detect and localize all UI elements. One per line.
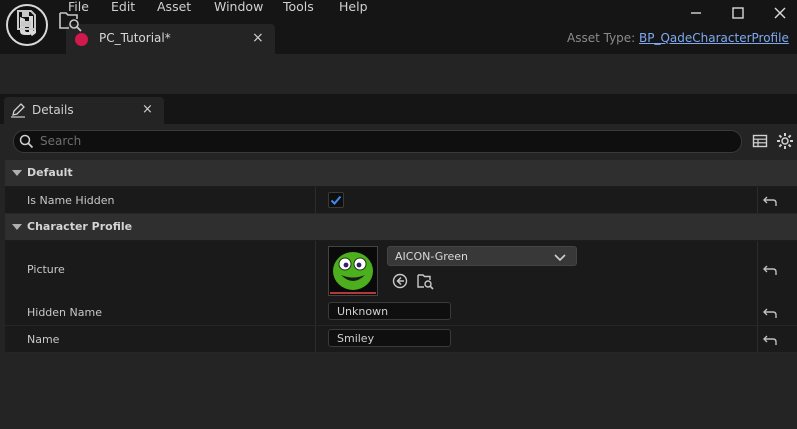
is-name-hidden-checkbox[interactable]: [328, 192, 344, 208]
smiley-picture-icon: [330, 252, 376, 294]
category-label: Default: [27, 166, 73, 179]
property-row-is-name-hidden: Is Name Hidden: [5, 187, 797, 214]
search-icon: [19, 134, 34, 152]
search-box[interactable]: [13, 130, 742, 153]
property-row-picture: Picture AICON-Green: [5, 241, 797, 300]
reset-arrow-icon: [763, 196, 777, 206]
folder-search-icon: [417, 274, 434, 290]
reset-arrow-icon: [763, 265, 777, 275]
chevron-down-icon: [12, 224, 22, 230]
category-character-profile[interactable]: Character Profile: [5, 214, 797, 241]
maximize-button[interactable]: [728, 4, 748, 22]
use-selected-asset-button[interactable]: [392, 273, 408, 289]
reset-to-default-button[interactable]: [763, 307, 777, 319]
column-divider: [315, 326, 316, 352]
property-label: Is Name Hidden: [27, 194, 115, 207]
details-pencil-icon: [10, 102, 26, 121]
chevron-down-icon: [12, 170, 22, 176]
category-default[interactable]: Default: [5, 160, 797, 187]
property-row-name: Name Smiley: [5, 326, 797, 353]
property-matrix-button[interactable]: [752, 133, 768, 149]
close-window-button[interactable]: [770, 4, 790, 22]
reset-to-default-button[interactable]: [763, 195, 777, 207]
document-tab[interactable]: PC_Tutorial* ×: [66, 24, 275, 54]
menu-tools[interactable]: Tools: [283, 0, 314, 14]
details-tab-label: Details: [32, 103, 74, 117]
reset-arrow-icon: [763, 335, 777, 345]
picture-thumbnail[interactable]: [328, 246, 378, 296]
document-tab-label: PC_Tutorial*: [99, 31, 171, 45]
property-label: Picture: [27, 263, 65, 276]
asset-type-link[interactable]: BP_QadeCharacterProfile: [639, 31, 789, 45]
reset-to-default-button[interactable]: [763, 264, 777, 276]
browse-to-asset-button[interactable]: [57, 8, 85, 32]
settings-button[interactable]: [776, 132, 794, 150]
asset-type-label: Asset Type:: [567, 31, 636, 45]
reset-to-default-button[interactable]: [763, 334, 777, 346]
column-divider: [315, 241, 316, 299]
menu-edit[interactable]: Edit: [111, 0, 135, 14]
property-label: Hidden Name: [27, 306, 102, 319]
hidden-name-field[interactable]: Unknown: [328, 302, 451, 320]
checkmark-icon: [330, 195, 342, 205]
column-divider: [315, 187, 316, 213]
chevron-down-icon: [554, 252, 566, 265]
minimize-button[interactable]: [686, 4, 706, 22]
save-icon: [17, 10, 36, 30]
save-button[interactable]: [12, 8, 40, 32]
use-selected-arrow-icon: [392, 273, 408, 289]
menu-asset[interactable]: Asset: [157, 0, 191, 14]
close-tab-button[interactable]: ×: [252, 30, 264, 46]
folder-search-icon: [59, 12, 82, 32]
column-divider: [315, 299, 316, 325]
column-divider: [757, 187, 758, 213]
property-row-hidden-name: Hidden Name Unknown: [5, 299, 797, 326]
reset-arrow-icon: [763, 308, 777, 318]
name-field[interactable]: Smiley: [328, 329, 451, 347]
picture-asset-dropdown[interactable]: AICON-Green: [387, 246, 577, 266]
property-label: Name: [27, 333, 60, 346]
menu-help[interactable]: Help: [339, 0, 368, 14]
column-divider: [757, 326, 758, 352]
toolbar: [0, 54, 797, 94]
close-details-button[interactable]: ×: [142, 102, 153, 117]
menu-window[interactable]: Window: [214, 0, 263, 14]
column-divider: [757, 299, 758, 325]
category-label: Character Profile: [27, 220, 133, 233]
table-icon: [752, 134, 768, 148]
blueprint-asset-icon: [75, 33, 88, 46]
search-input[interactable]: [40, 133, 730, 149]
browse-picture-button[interactable]: [416, 272, 434, 290]
gear-icon: [777, 133, 793, 149]
column-divider: [757, 241, 758, 299]
details-tab[interactable]: Details ×: [4, 97, 164, 124]
asset-dropdown-value: AICON-Green: [395, 250, 469, 263]
